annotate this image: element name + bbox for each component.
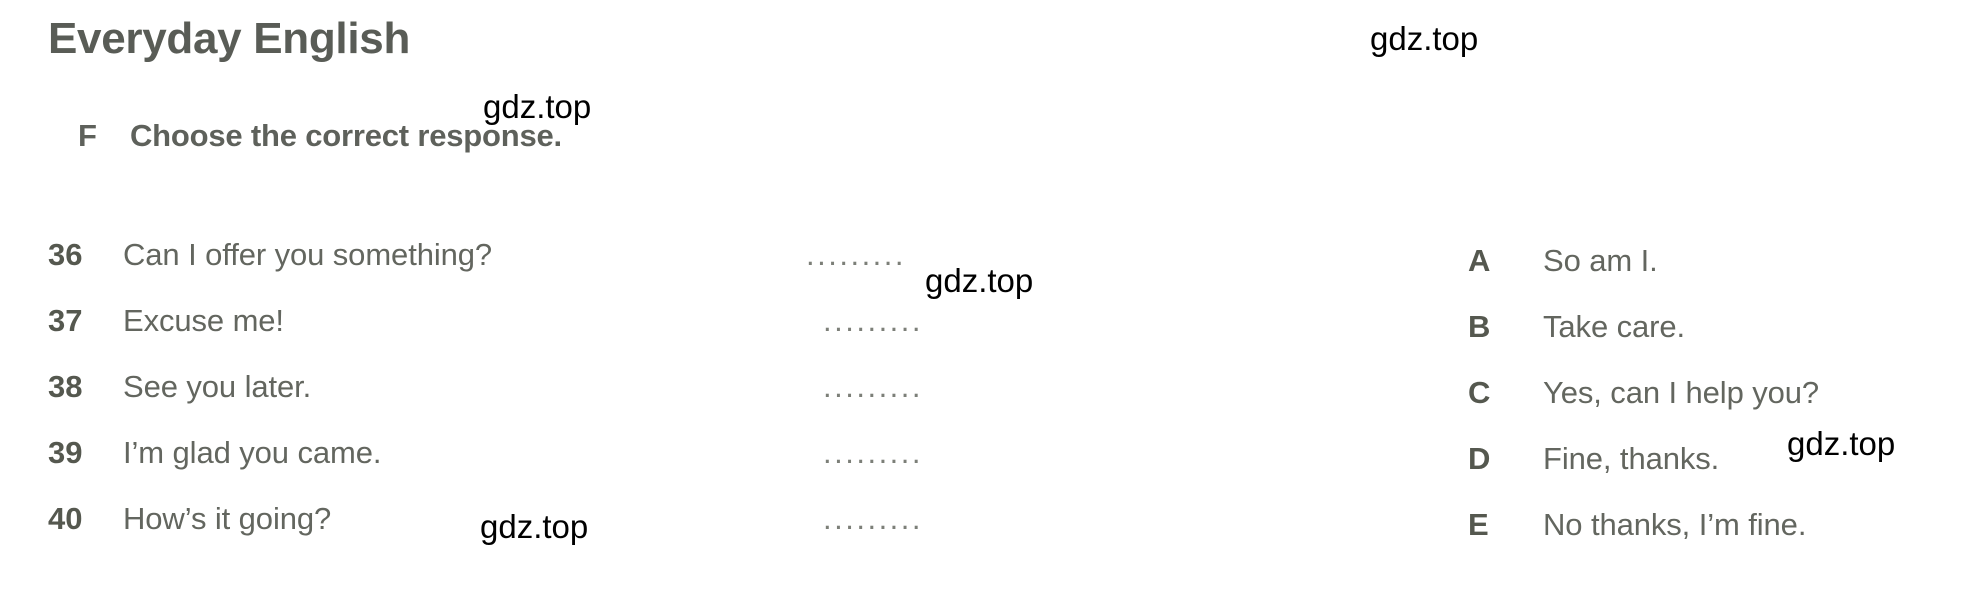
document-page: Everyday English F Choose the correct re… xyxy=(0,0,1980,614)
question-number: 36 xyxy=(48,237,83,272)
option-row[interactable]: B Take care. xyxy=(1468,309,1980,375)
question-text: I’m glad you came. xyxy=(123,435,382,470)
question-text: Excuse me! xyxy=(123,303,284,338)
question-number: 37 xyxy=(48,303,83,338)
option-row[interactable]: D Fine, thanks. xyxy=(1468,441,1980,507)
option-list: A So am I. B Take care. C Yes, can I hel… xyxy=(1468,243,1980,573)
question-text: How’s it going? xyxy=(123,501,332,536)
option-text: Yes, can I help you? xyxy=(1543,375,1820,410)
option-row[interactable]: A So am I. xyxy=(1468,243,1980,309)
question-number: 40 xyxy=(48,501,83,536)
watermark: gdz.top xyxy=(1370,20,1479,57)
option-row[interactable]: C Yes, can I help you? xyxy=(1468,375,1980,441)
option-letter: A xyxy=(1468,243,1491,278)
answer-blank[interactable]: ......... xyxy=(823,435,923,471)
option-row[interactable]: E No thanks, I’m fine. xyxy=(1468,507,1980,573)
option-letter: C xyxy=(1468,375,1491,410)
option-letter: E xyxy=(1468,507,1489,542)
exercise-letter: F xyxy=(78,118,97,153)
question-number: 39 xyxy=(48,435,83,470)
watermark: gdz.top xyxy=(1787,425,1896,462)
watermark: gdz.top xyxy=(925,262,1034,299)
option-text: Fine, thanks. xyxy=(1543,441,1720,476)
option-text: So am I. xyxy=(1543,243,1658,278)
question-text: See you later. xyxy=(123,369,312,404)
answer-blank[interactable]: ......... xyxy=(823,501,923,537)
watermark: gdz.top xyxy=(483,88,592,125)
question-text: Can I offer you something? xyxy=(123,237,493,272)
answer-blank[interactable]: ......... xyxy=(823,303,923,339)
answer-blank[interactable]: ......... xyxy=(823,369,923,405)
question-row: 37 Excuse me! ......... xyxy=(48,303,1128,369)
page-title: Everyday English xyxy=(48,14,411,63)
option-letter: B xyxy=(1468,309,1491,344)
option-text: No thanks, I’m fine. xyxy=(1543,507,1807,542)
option-letter: D xyxy=(1468,441,1491,476)
question-row: 38 See you later. ......... xyxy=(48,369,1128,435)
watermark: gdz.top xyxy=(480,508,589,545)
question-row: 39 I’m glad you came. ......... xyxy=(48,435,1128,501)
question-number: 38 xyxy=(48,369,83,404)
answer-blank[interactable]: ......... xyxy=(806,237,906,273)
option-text: Take care. xyxy=(1543,309,1686,344)
